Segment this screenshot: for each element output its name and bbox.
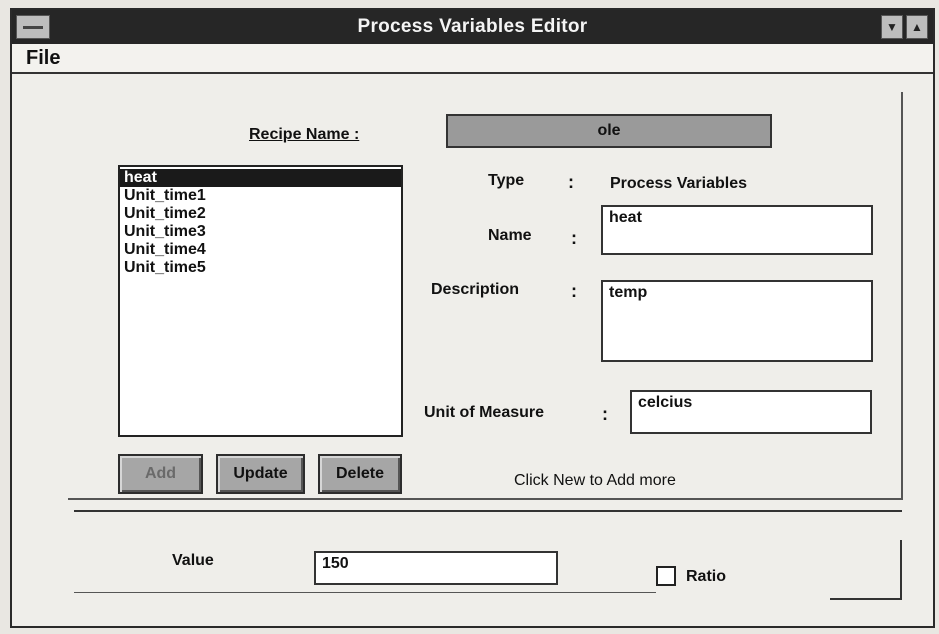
dash-icon [23,26,43,29]
list-item[interactable]: Unit_time1 [120,187,401,205]
ratio-label: Ratio [686,568,726,585]
name-field[interactable]: heat [601,205,873,255]
divider [74,510,902,512]
value-field[interactable]: 150 [314,551,558,585]
update-button[interactable]: Update [216,454,305,494]
type-colon: : [568,172,574,192]
add-button[interactable]: Add [118,454,203,494]
window-title: Process Variables Editor [357,16,588,37]
title-bar: Process Variables Editor ▼ ▲ [12,10,933,44]
list-item[interactable]: Unit_time5 [120,259,401,277]
recipe-name-value: ole [597,122,621,139]
add-more-hint: Click New to Add more [514,472,676,489]
down-arrow-icon: ▼ [886,20,898,34]
list-item[interactable]: Unit_time2 [120,205,401,223]
minimize-button[interactable]: ▼ [881,15,903,39]
recipe-name-button[interactable]: ole [446,114,772,148]
value-label: Value [172,552,214,569]
variables-listbox[interactable]: heat Unit_time1 Unit_time2 Unit_time3 Un… [118,165,403,437]
menu-bar: File [12,44,933,74]
description-colon: : [571,281,577,301]
description-label: Description [431,281,520,298]
description-field[interactable]: temp [601,280,873,362]
unit-colon: : [602,404,608,424]
divider [74,592,656,593]
list-item[interactable]: heat [120,169,401,187]
divider [830,598,902,600]
type-value: Process Variables [610,175,747,192]
recipe-name-label: Recipe Name : [249,126,360,143]
delete-button[interactable]: Delete [318,454,402,494]
unit-of-measure-label: Unit of Measure [424,404,545,421]
divider [900,540,902,600]
menu-file[interactable]: File [26,47,60,70]
name-colon: : [571,228,577,248]
up-arrow-icon: ▲ [911,20,923,34]
unit-of-measure-field[interactable]: celcius [630,390,872,434]
list-item[interactable]: Unit_time4 [120,241,401,259]
ratio-checkbox[interactable] [656,566,676,586]
name-label: Name [488,227,532,244]
maximize-button[interactable]: ▲ [906,15,928,39]
system-menu-button[interactable] [16,15,50,39]
type-label: Type [488,172,525,189]
list-item[interactable]: Unit_time3 [120,223,401,241]
